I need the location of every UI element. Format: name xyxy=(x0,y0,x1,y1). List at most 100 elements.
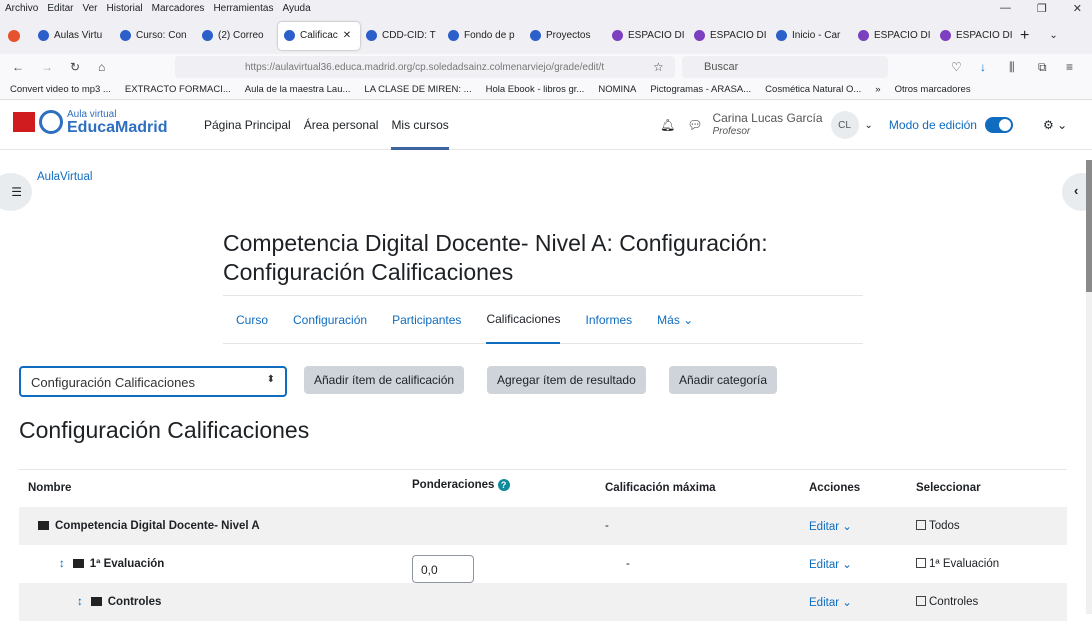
menu-herramientas[interactable]: Herramientas xyxy=(213,3,273,14)
tab[interactable]: Aulas Virtu xyxy=(32,22,114,50)
tab-favicon-icon xyxy=(694,30,705,41)
bookmark-star-icon[interactable]: ☆ xyxy=(653,60,664,74)
download-icon[interactable]: ↓ xyxy=(980,60,986,74)
close-tab-icon[interactable]: ✕ xyxy=(343,30,351,41)
reload-icon[interactable]: ↻ xyxy=(70,60,80,74)
chat-icon[interactable]: 💬︎ xyxy=(687,118,702,132)
menu-ver[interactable]: Ver xyxy=(82,3,97,14)
library-icon[interactable]: ⫼ xyxy=(1009,60,1015,75)
firefox-icon xyxy=(8,29,20,42)
menu-ayuda[interactable]: Ayuda xyxy=(282,3,310,14)
search-input[interactable]: Buscar xyxy=(682,56,888,78)
course-tabs: Curso Configuración Participantes Califi… xyxy=(223,295,863,344)
tab[interactable]: ESPACIO DI xyxy=(852,22,934,50)
menu-historial[interactable]: Historial xyxy=(107,3,143,14)
tab-favicon-icon xyxy=(120,30,131,41)
menu-marcadores[interactable]: Marcadores xyxy=(152,3,205,14)
tab-label: Inicio - Car xyxy=(792,30,841,41)
tab-informes[interactable]: Informes xyxy=(585,313,632,327)
bell-icon[interactable]: 🔔︎ xyxy=(660,118,675,132)
add-category-button[interactable]: Añadir categoría xyxy=(669,366,778,394)
weight-input[interactable]: 0,0 xyxy=(412,554,474,583)
bookmark[interactable]: Convert video to mp3 ... xyxy=(10,84,111,95)
restore-icon[interactable]: ❐ xyxy=(1037,2,1047,15)
select-checkbox[interactable] xyxy=(916,557,926,568)
tab[interactable]: CDD-CID: T xyxy=(360,22,442,50)
bookmark[interactable]: NOMINA xyxy=(598,84,636,95)
move-icon[interactable]: ↕ xyxy=(77,596,83,608)
more-bookmarks-icon[interactable]: » xyxy=(875,84,880,95)
select-checkbox[interactable] xyxy=(916,519,926,530)
scrollbar[interactable] xyxy=(1086,160,1092,614)
tab[interactable]: Proyectos xyxy=(524,22,606,50)
logo-star-icon xyxy=(39,110,63,134)
madrid-flag-icon xyxy=(13,112,35,132)
forward-icon[interactable]: → xyxy=(41,60,53,74)
tab[interactable]: Fondo de p xyxy=(442,22,524,50)
menu-editar[interactable]: Editar xyxy=(47,3,73,14)
edit-mode-toggle[interactable] xyxy=(984,117,1013,133)
add-outcome-item-button[interactable]: Agregar ítem de resultado xyxy=(487,366,646,394)
minimize-icon[interactable]: — xyxy=(1000,2,1011,15)
home-icon[interactable]: ⌂ xyxy=(98,60,105,74)
tab[interactable]: ESPACIO DI xyxy=(606,22,688,50)
tab[interactable]: ESPACIO DI xyxy=(688,22,770,50)
nav-area-personal[interactable]: Área personal xyxy=(304,118,379,132)
course-index-toggle[interactable]: ☰ xyxy=(0,173,32,211)
pocket-icon[interactable]: ♡ xyxy=(951,60,962,74)
category-name: 1ª Evaluación xyxy=(89,557,165,570)
tab-favicon-icon xyxy=(940,30,951,41)
url-bar[interactable]: https://aulavirtual36.educa.madrid.org/c… xyxy=(175,56,675,78)
bookmark-folder[interactable]: Otros marcadores xyxy=(895,84,971,95)
bookmarks-bar: Convert video to mp3 ... EXTRACTO FORMAC… xyxy=(0,80,1092,100)
bookmark[interactable]: Aula de la maestra Lau... xyxy=(245,84,351,95)
tab-list-icon[interactable]: ⌄ xyxy=(1049,30,1057,41)
extensions-icon[interactable]: ⧉ xyxy=(1038,60,1047,75)
tab-configuracion[interactable]: Configuración xyxy=(293,313,367,327)
category-name: Competencia Digital Docente- Nivel A xyxy=(55,519,260,532)
educamadrid-logo[interactable]: Aula virtual EducaMadrid xyxy=(13,109,167,136)
new-tab-icon[interactable]: + xyxy=(1020,27,1029,45)
breadcrumb[interactable]: AulaVirtual xyxy=(37,171,92,183)
app-menu-icon[interactable]: ≡ xyxy=(1066,60,1073,74)
select-label: Controles xyxy=(929,595,979,608)
edit-menu[interactable]: Editar ⌄ xyxy=(809,597,852,609)
bookmark[interactable]: Cosmética Natural O... xyxy=(765,84,861,95)
tab-active[interactable]: Calificac ✕ xyxy=(278,21,360,50)
edit-menu[interactable]: Editar ⌄ xyxy=(809,559,852,571)
menu-archivo[interactable]: Archivo xyxy=(5,3,38,14)
tab[interactable]: (2) Correo xyxy=(196,22,278,50)
nav-mis-cursos[interactable]: Mis cursos xyxy=(391,100,449,150)
tab-calificaciones[interactable]: Calificaciones xyxy=(486,296,561,344)
tab-participantes[interactable]: Participantes xyxy=(392,313,461,327)
select-checkbox[interactable] xyxy=(916,595,926,606)
tab[interactable]: Curso: Con xyxy=(114,22,196,50)
tab[interactable]: Inicio - Car xyxy=(770,22,852,50)
tab-curso[interactable]: Curso xyxy=(236,313,268,327)
bookmark[interactable]: Pictogramas - ARASA... xyxy=(650,84,751,95)
tab-favicon-icon xyxy=(448,30,459,41)
tab-mas[interactable]: Más ⌄ xyxy=(657,313,693,327)
user-role: Profesor xyxy=(712,126,751,137)
tab-label: ESPACIO DI xyxy=(874,30,931,41)
chevron-down-icon[interactable]: ⌄ xyxy=(865,120,873,131)
close-window-icon[interactable]: ✕ xyxy=(1073,2,1082,15)
gear-icon[interactable]: ⚙ ⌄ xyxy=(1043,118,1067,132)
help-icon[interactable]: ? xyxy=(497,479,510,491)
bookmark[interactable]: EXTRACTO FORMACI... xyxy=(125,84,231,95)
tab[interactable]: ESPACIO DI xyxy=(934,22,1016,50)
list-icon: ☰ xyxy=(11,185,22,199)
back-icon[interactable]: ← xyxy=(12,60,24,74)
tab-favicon-icon xyxy=(612,30,623,41)
move-icon[interactable]: ↕ xyxy=(59,558,65,570)
bookmark[interactable]: Hola Ebook - libros gr... xyxy=(486,84,585,95)
add-grade-item-button[interactable]: Añadir ítem de calificación xyxy=(304,366,465,394)
nav-pagina-principal[interactable]: Página Principal xyxy=(204,118,291,132)
nav-bar: ← → ↻ ⌂ https://aulavirtual36.educa.madr… xyxy=(0,54,1092,80)
grade-view-select[interactable]: Configuración Calificaciones ⬍ xyxy=(19,366,287,397)
edit-label: Editar xyxy=(809,596,840,609)
avatar[interactable]: CL xyxy=(830,111,859,139)
edit-menu[interactable]: Editar ⌄ xyxy=(809,521,852,533)
tab-favicon-icon xyxy=(366,30,377,41)
bookmark[interactable]: LA CLASE DE MIREN: ... xyxy=(364,84,471,95)
